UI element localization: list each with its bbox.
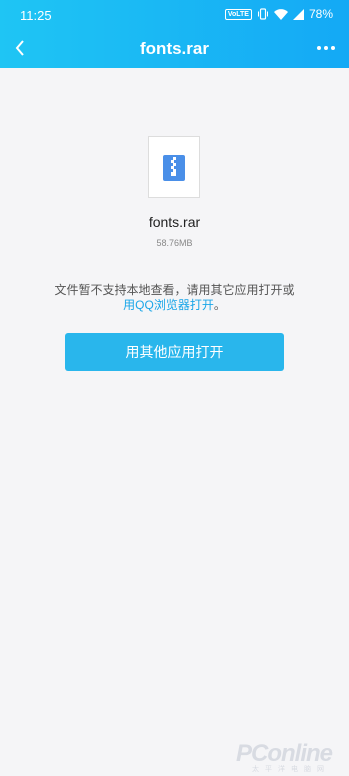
page-title: fonts.rar bbox=[140, 39, 209, 58]
vibrate-icon bbox=[257, 8, 268, 20]
status-bar: 11:25 VoLTE 78% bbox=[0, 0, 349, 30]
open-with-other-app-button[interactable]: 用其他应用打开 bbox=[65, 333, 284, 371]
open-in-qq-browser-link[interactable]: 用QQ浏览器打开 bbox=[123, 298, 214, 312]
file-size: 58.76MB bbox=[156, 238, 193, 248]
more-icon[interactable] bbox=[317, 38, 339, 58]
signal-icon bbox=[292, 8, 304, 20]
file-name: fonts.rar bbox=[148, 214, 201, 230]
watermark-subtitle: 太平洋电脑网 bbox=[252, 766, 330, 773]
notice-line2: 用QQ浏览器打开。 bbox=[0, 298, 349, 313]
notice-text: 文件暂不支持本地查看，请用其它应用打开或 bbox=[54, 283, 295, 297]
notice-suffix: 。 bbox=[213, 298, 226, 312]
unsupported-notice: 文件暂不支持本地查看，请用其它应用打开或 用QQ浏览器打开。 bbox=[0, 283, 349, 313]
zip-file-icon bbox=[163, 155, 185, 181]
status-icons: VoLTE 78% bbox=[224, 7, 333, 21]
volte-badge: VoLTE bbox=[224, 8, 252, 20]
nav-bar: fonts.rar bbox=[0, 30, 349, 68]
wifi-icon bbox=[273, 8, 288, 20]
app-header: 11:25 VoLTE 78% fonts.rar bbox=[0, 0, 349, 68]
battery-percent: 78% bbox=[308, 7, 333, 21]
file-thumbnail bbox=[148, 136, 200, 198]
status-time: 11:25 bbox=[20, 8, 52, 23]
